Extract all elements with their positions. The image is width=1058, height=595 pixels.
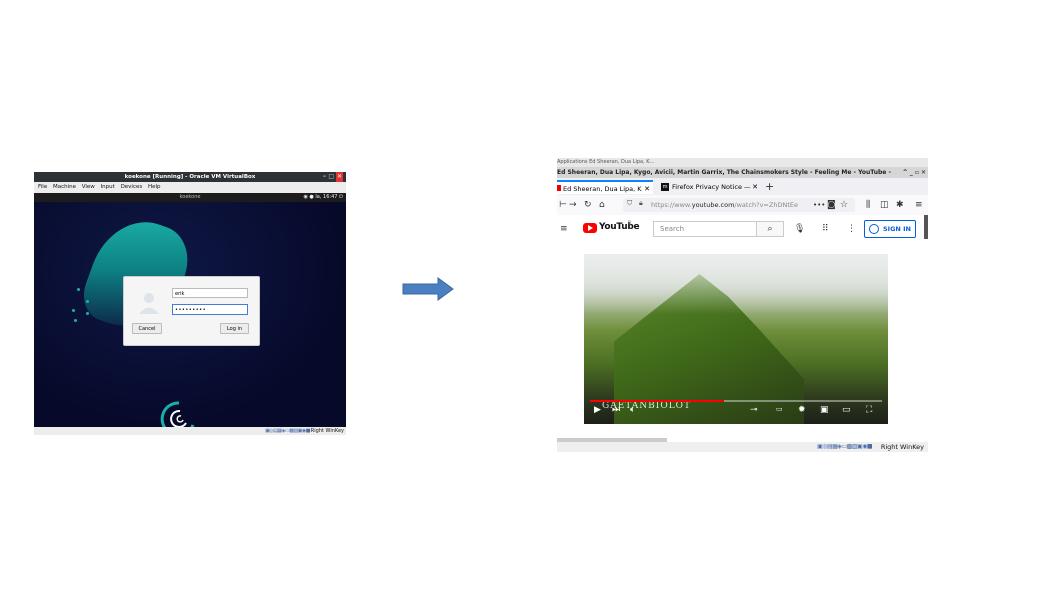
- sidebar-icon[interactable]: ◫: [880, 198, 889, 212]
- tab-privacy-notice[interactable]: m Firefox Privacy Notice — ✕: [658, 180, 761, 194]
- vbox-device-icons[interactable]: ▣◎▤▦◈▭▩▨▣◉■: [817, 443, 872, 450]
- firefox-window: Applications Ed Sheeran, Dua Lipa, K... …: [557, 158, 928, 452]
- wallpaper-dot: [86, 300, 89, 303]
- bookmark-star-icon[interactable]: ☆: [840, 198, 848, 212]
- tab-label: Ed Sheeran, Dua Lipa, K: [563, 185, 642, 193]
- forward-icon[interactable]: →: [569, 198, 577, 212]
- new-tab-icon[interactable]: +: [765, 180, 774, 194]
- tab-youtube[interactable]: Ed Sheeran, Dua Lipa, K ✕: [557, 180, 653, 194]
- menu-help[interactable]: Help: [148, 182, 161, 193]
- cancel-button[interactable]: Cancel: [132, 323, 162, 334]
- tab-close-icon[interactable]: ✕: [752, 180, 758, 194]
- login-button[interactable]: Log in: [220, 323, 249, 334]
- menu-view[interactable]: View: [82, 182, 95, 193]
- extension-icon[interactable]: ✱: [896, 198, 904, 212]
- password-field[interactable]: •••••••••: [172, 304, 248, 315]
- vbox-menu-bar: File Machine View Input Devices Help: [34, 182, 346, 193]
- vbox-title-bar: koekone [Running] - Oracle VM VirtualBox…: [34, 172, 346, 182]
- page-scrollbar[interactable]: [924, 215, 928, 239]
- close-icon[interactable]: ✕: [335, 172, 343, 182]
- window-controls[interactable]: ^ _ ▫ ✕: [900, 167, 926, 178]
- next-icon[interactable]: ⏭: [612, 405, 620, 415]
- mozilla-favicon-icon: m: [661, 183, 669, 191]
- accessibility-icon[interactable]: ◉: [303, 194, 307, 200]
- vbox-status-bar: ▣◎▤▦◈▭▩▨▣◉■ Right WinKey: [34, 427, 346, 435]
- firefox-title-bar: Ed Sheeran, Dua Lipa, Kygo, Avicii, Mart…: [557, 167, 928, 178]
- captions-icon[interactable]: ▭: [776, 405, 783, 413]
- virtualbox-window: koekone [Running] - Oracle VM VirtualBox…: [34, 172, 346, 435]
- network-icon[interactable]: ●: [309, 194, 313, 200]
- vbox-device-icons[interactable]: ▣◎▤▦◈▭▩▨▣◉■: [265, 428, 310, 434]
- youtube-play-glyph: [588, 225, 593, 231]
- theater-mode-icon[interactable]: ▭: [842, 405, 851, 415]
- video-progress-track[interactable]: [724, 400, 882, 402]
- login-dialog: erik ••••••••• Cancel Log in: [123, 276, 260, 346]
- microphone-icon[interactable]: 🎙︎: [794, 222, 805, 236]
- guest-hostname: koekone: [179, 194, 201, 200]
- settings-gear-icon[interactable]: ✹: [798, 405, 806, 415]
- hamburger-menu-icon[interactable]: ≡: [560, 222, 568, 236]
- miniplayer-icon[interactable]: ▣: [820, 405, 829, 415]
- search-icon[interactable]: ⌕: [757, 221, 784, 237]
- video-frame-mist: [584, 254, 888, 314]
- tracking-shield-icon[interactable]: ⛉: [627, 199, 632, 208]
- video-player[interactable]: GAETANBIOLOT ▶ ⏭ 🔈︎ ⊸ ▭ ✹ ▣ ▭ ⛶: [584, 254, 888, 424]
- url-rest: /watch?v=ZhDNtEe: [734, 201, 798, 209]
- wallpaper-dot: [77, 288, 80, 291]
- volume-icon[interactable]: 🔈︎: [630, 405, 635, 415]
- app-menu-icon[interactable]: ≡: [915, 198, 923, 212]
- debian-logo-icon: [160, 401, 195, 427]
- autoplay-toggle-icon[interactable]: ⊸: [750, 405, 758, 415]
- vbox-window-title: koekone [Running] - Oracle VM VirtualBox: [124, 174, 256, 180]
- apps-grid-icon[interactable]: ⠿: [822, 222, 829, 236]
- youtube-favicon-icon: [557, 185, 561, 191]
- minimize-icon[interactable]: –: [323, 172, 326, 182]
- wallpaper-dot: [86, 312, 89, 315]
- user-avatar-icon: [139, 293, 159, 314]
- username-field[interactable]: erik: [172, 288, 248, 298]
- play-icon[interactable]: ▶: [594, 405, 601, 415]
- youtube-logo-text[interactable]: YouTube: [599, 222, 640, 232]
- guest-top-bar: koekone ◉ ● la, 16:47 ⏻: [34, 193, 346, 202]
- guest-desktop: erik ••••••••• Cancel Log in debian: [34, 202, 346, 427]
- sign-in-button[interactable]: SIGN IN: [864, 220, 916, 238]
- vbox-status-bar: ▣◎▤▦◈▭▩▨▣◉■ Right WinKey: [557, 442, 928, 452]
- url-domain: youtube.com: [691, 201, 735, 209]
- back-icon[interactable]: ⊢: [559, 198, 567, 212]
- firefox-window-title: Ed Sheeran, Dua Lipa, Kygo, Avicii, Mart…: [557, 169, 891, 176]
- host-key-label: Right WinKey: [310, 428, 344, 434]
- guest-clock-text: la, 16:47: [315, 194, 338, 200]
- maximize-icon[interactable]: □: [328, 172, 334, 182]
- youtube-header: ≡ YouTube FI Search ⌕ 🎙︎ ⠿ ⋮ SIGN IN: [557, 215, 928, 243]
- video-controls: ▶ ⏭ 🔈︎ ⊸ ▭ ✹ ▣ ▭ ⛶: [590, 405, 882, 419]
- search-input[interactable]: Search: [653, 221, 757, 237]
- pocket-icon[interactable]: ◙: [827, 198, 836, 212]
- library-icon[interactable]: ⫼: [866, 198, 870, 212]
- tab-label: Firefox Privacy Notice —: [672, 183, 751, 191]
- fullscreen-icon[interactable]: ⛶: [866, 405, 872, 415]
- menu-machine[interactable]: Machine: [53, 182, 76, 193]
- url-prefix: https://www.: [651, 201, 692, 209]
- video-progress-played[interactable]: [590, 400, 724, 402]
- wallpaper-dot: [72, 309, 75, 312]
- page-actions-icon[interactable]: •••: [813, 198, 825, 212]
- tab-close-icon[interactable]: ✕: [644, 182, 650, 194]
- guest-clock: ◉ ● la, 16:47 ⏻: [303, 193, 343, 202]
- host-top-bar: Applications Ed Sheeran, Dua Lipa, K...: [557, 158, 928, 167]
- power-icon[interactable]: ⏻: [339, 194, 343, 200]
- host-key-label: Right WinKey: [880, 443, 924, 451]
- menu-input[interactable]: Input: [101, 182, 115, 193]
- menu-file[interactable]: File: [38, 182, 47, 193]
- more-vert-icon[interactable]: ⋮: [847, 222, 856, 236]
- wallpaper-dot: [74, 319, 77, 322]
- lock-icon[interactable]: 🔒︎: [639, 199, 643, 208]
- home-icon[interactable]: ⌂: [599, 198, 605, 212]
- navigation-toolbar: ⊢ → ↻ ⌂ https://www.youtube.com/watch?v=…: [557, 195, 928, 216]
- menu-devices[interactable]: Devices: [121, 182, 143, 193]
- tab-strip: Ed Sheeran, Dua Lipa, K ✕ m Firefox Priv…: [557, 178, 928, 195]
- reload-icon[interactable]: ↻: [584, 198, 592, 212]
- right-arrow-icon: [402, 277, 454, 301]
- youtube-country-code: FI: [628, 220, 632, 225]
